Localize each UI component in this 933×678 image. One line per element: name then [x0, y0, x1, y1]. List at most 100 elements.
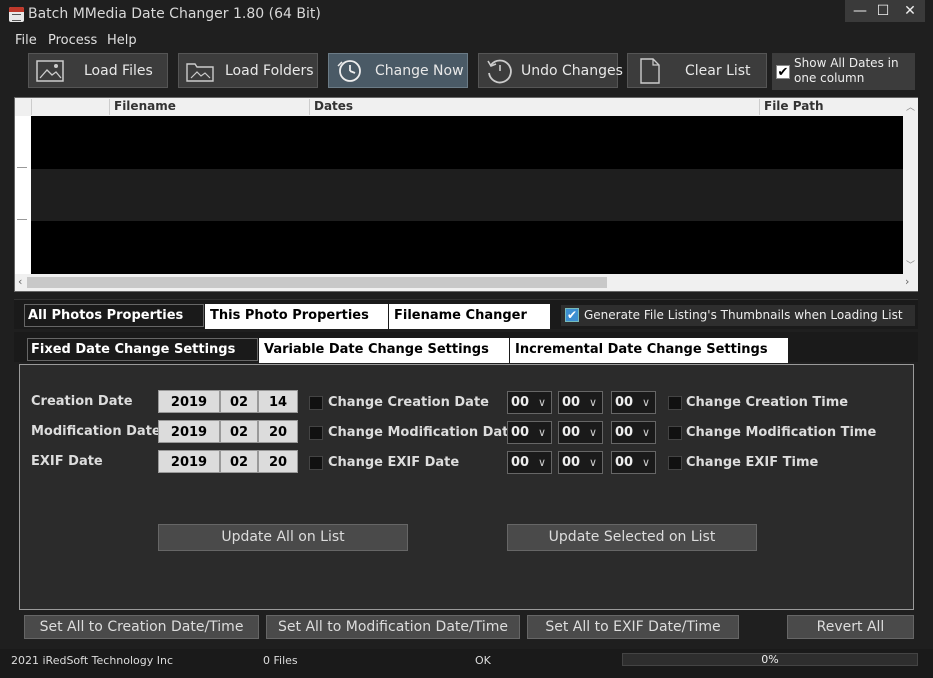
tab-all-photos-properties[interactable]: All Photos Properties — [24, 304, 204, 327]
exif-month-field[interactable]: 02 — [220, 450, 258, 473]
exif-minute-value: 00 — [562, 455, 581, 470]
blank-page-icon — [640, 58, 660, 84]
creation-year-field[interactable]: 2019 — [158, 390, 220, 413]
change-modification-time-checkbox[interactable] — [668, 426, 682, 440]
undo-changes-label: Undo Changes — [521, 63, 623, 79]
scroll-up-icon[interactable]: ︿ — [906, 100, 915, 113]
tab-this-photo-properties[interactable]: This Photo Properties — [205, 304, 388, 329]
revert-all-button[interactable]: Revert All — [787, 615, 914, 639]
folder-image-icon — [186, 63, 214, 82]
creation-minute-value: 00 — [562, 395, 581, 410]
list-row-stripe — [31, 169, 903, 221]
exif-hour-value: 00 — [511, 455, 530, 470]
creation-minute-select[interactable]: 00 ∨ — [558, 391, 603, 414]
creation-second-select[interactable]: 00 ∨ — [611, 391, 656, 414]
generate-thumbnails-checkbox[interactable]: ✔ — [565, 308, 579, 322]
company-text: 2021 iRedSoft Technology Inc — [11, 654, 174, 667]
tab-filename-changer[interactable]: Filename Changer — [389, 304, 550, 329]
column-thumb[interactable] — [31, 99, 114, 115]
clear-list-label: Clear List — [685, 63, 751, 79]
exif-hour-select[interactable]: 00 ∨ — [507, 451, 552, 474]
show-all-dates-checkbox[interactable]: ✔ — [776, 65, 790, 79]
change-creation-date-checkbox[interactable] — [309, 396, 323, 410]
creation-day-field[interactable]: 14 — [258, 390, 298, 413]
load-files-button[interactable]: Load Files — [28, 53, 168, 88]
exif-year-field[interactable]: 2019 — [158, 450, 220, 473]
modification-hour-select[interactable]: 00 ∨ — [507, 421, 552, 444]
change-now-label: Change Now — [375, 63, 464, 79]
change-now-button[interactable]: Change Now — [328, 53, 468, 88]
menu-file[interactable]: File — [15, 33, 37, 48]
chevron-down-icon: ∨ — [537, 396, 546, 409]
window-title: Batch MMedia Date Changer 1.80 (64 Bit) — [28, 6, 321, 22]
set-all-exif-button[interactable]: Set All to EXIF Date/Time — [527, 615, 739, 639]
clock-icon — [337, 60, 361, 82]
tab-incremental-date-change[interactable]: Incremental Date Change Settings — [510, 338, 788, 363]
file-count-text: 0 Files — [263, 654, 298, 667]
status-text: OK — [475, 654, 491, 667]
scroll-right-icon[interactable]: › — [905, 275, 909, 288]
progress-bar: 0% — [622, 653, 918, 666]
load-files-label: Load Files — [84, 63, 153, 79]
show-all-dates-label: Show All Dates in one column — [794, 56, 899, 85]
scroll-left-icon[interactable]: ‹ — [18, 275, 22, 288]
creation-hour-select[interactable]: 00 ∨ — [507, 391, 552, 414]
chevron-down-icon: ∨ — [641, 456, 650, 469]
chevron-down-icon: ∨ — [537, 426, 546, 439]
update-all-button[interactable]: Update All on List — [158, 524, 408, 551]
scroll-down-icon[interactable]: ﹀ — [906, 258, 915, 271]
modification-day-field[interactable]: 20 — [258, 420, 298, 443]
change-creation-time-checkbox[interactable] — [668, 396, 682, 410]
modification-month-field[interactable]: 02 — [220, 420, 258, 443]
modification-year-field[interactable]: 2019 — [158, 420, 220, 443]
modification-minute-select[interactable]: 00 ∨ — [558, 421, 603, 444]
menu-process[interactable]: Process — [48, 33, 97, 48]
modification-second-value: 00 — [615, 425, 634, 440]
exif-minute-select[interactable]: 00 ∨ — [558, 451, 603, 474]
list-horizontal-scrollbar[interactable]: ‹ › — [15, 274, 918, 291]
load-folders-label: Load Folders — [225, 63, 314, 79]
column-filename[interactable]: Filename — [109, 99, 314, 115]
undo-changes-button[interactable]: Undo Changes — [478, 53, 623, 88]
progress-text: 0% — [761, 653, 779, 666]
generate-thumbnails-toggle[interactable]: ✔ Generate File Listing's Thumbnails whe… — [561, 305, 915, 326]
column-file-path[interactable]: File Path — [759, 99, 908, 115]
exif-second-value: 00 — [615, 455, 634, 470]
chevron-down-icon: ∨ — [641, 396, 650, 409]
menu-help[interactable]: Help — [107, 33, 137, 48]
change-exif-time-checkbox[interactable] — [668, 456, 682, 470]
chevron-down-icon: ∨ — [588, 456, 597, 469]
tab-fixed-date-change[interactable]: Fixed Date Change Settings — [27, 338, 258, 361]
chevron-down-icon: ∨ — [537, 456, 546, 469]
modification-date-label: Modification Date — [31, 424, 161, 439]
undo-clock-icon — [487, 59, 512, 84]
clear-list-button[interactable]: Clear List — [627, 53, 767, 88]
list-vertical-scrollbar[interactable]: ︿ ﹀ — [903, 98, 918, 274]
show-all-dates-toggle[interactable]: ✔ Show All Dates in one column — [772, 53, 915, 90]
creation-month-field[interactable]: 02 — [220, 390, 258, 413]
load-folders-button[interactable]: Load Folders — [178, 53, 318, 88]
tab-variable-date-change[interactable]: Variable Date Change Settings — [259, 338, 509, 363]
change-creation-date-label: Change Creation Date — [328, 395, 489, 410]
change-modification-date-label: Change Modification Date — [328, 425, 518, 440]
creation-second-value: 00 — [615, 395, 634, 410]
set-all-modification-button[interactable]: Set All to Modification Date/Time — [266, 615, 520, 639]
exif-second-select[interactable]: 00 ∨ — [611, 451, 656, 474]
generate-thumbnails-label: Generate File Listing's Thumbnails when … — [584, 308, 903, 322]
image-icon — [36, 60, 64, 82]
change-exif-time-label: Change EXIF Time — [686, 455, 819, 470]
chevron-down-icon: ∨ — [588, 426, 597, 439]
set-all-creation-button[interactable]: Set All to Creation Date/Time — [24, 615, 259, 639]
app-icon — [9, 7, 24, 22]
change-modification-date-checkbox[interactable] — [309, 426, 323, 440]
close-button[interactable]: ✕ — [895, 0, 925, 22]
change-exif-date-label: Change EXIF Date — [328, 455, 460, 470]
horizontal-scroll-thumb[interactable] — [27, 277, 607, 288]
modification-hour-value: 00 — [511, 425, 530, 440]
update-selected-button[interactable]: Update Selected on List — [507, 524, 757, 551]
column-dates[interactable]: Dates — [309, 99, 764, 115]
exif-day-field[interactable]: 20 — [258, 450, 298, 473]
change-exif-date-checkbox[interactable] — [309, 456, 323, 470]
modification-second-select[interactable]: 00 ∨ — [611, 421, 656, 444]
maximize-button[interactable]: ☐ — [868, 0, 898, 22]
